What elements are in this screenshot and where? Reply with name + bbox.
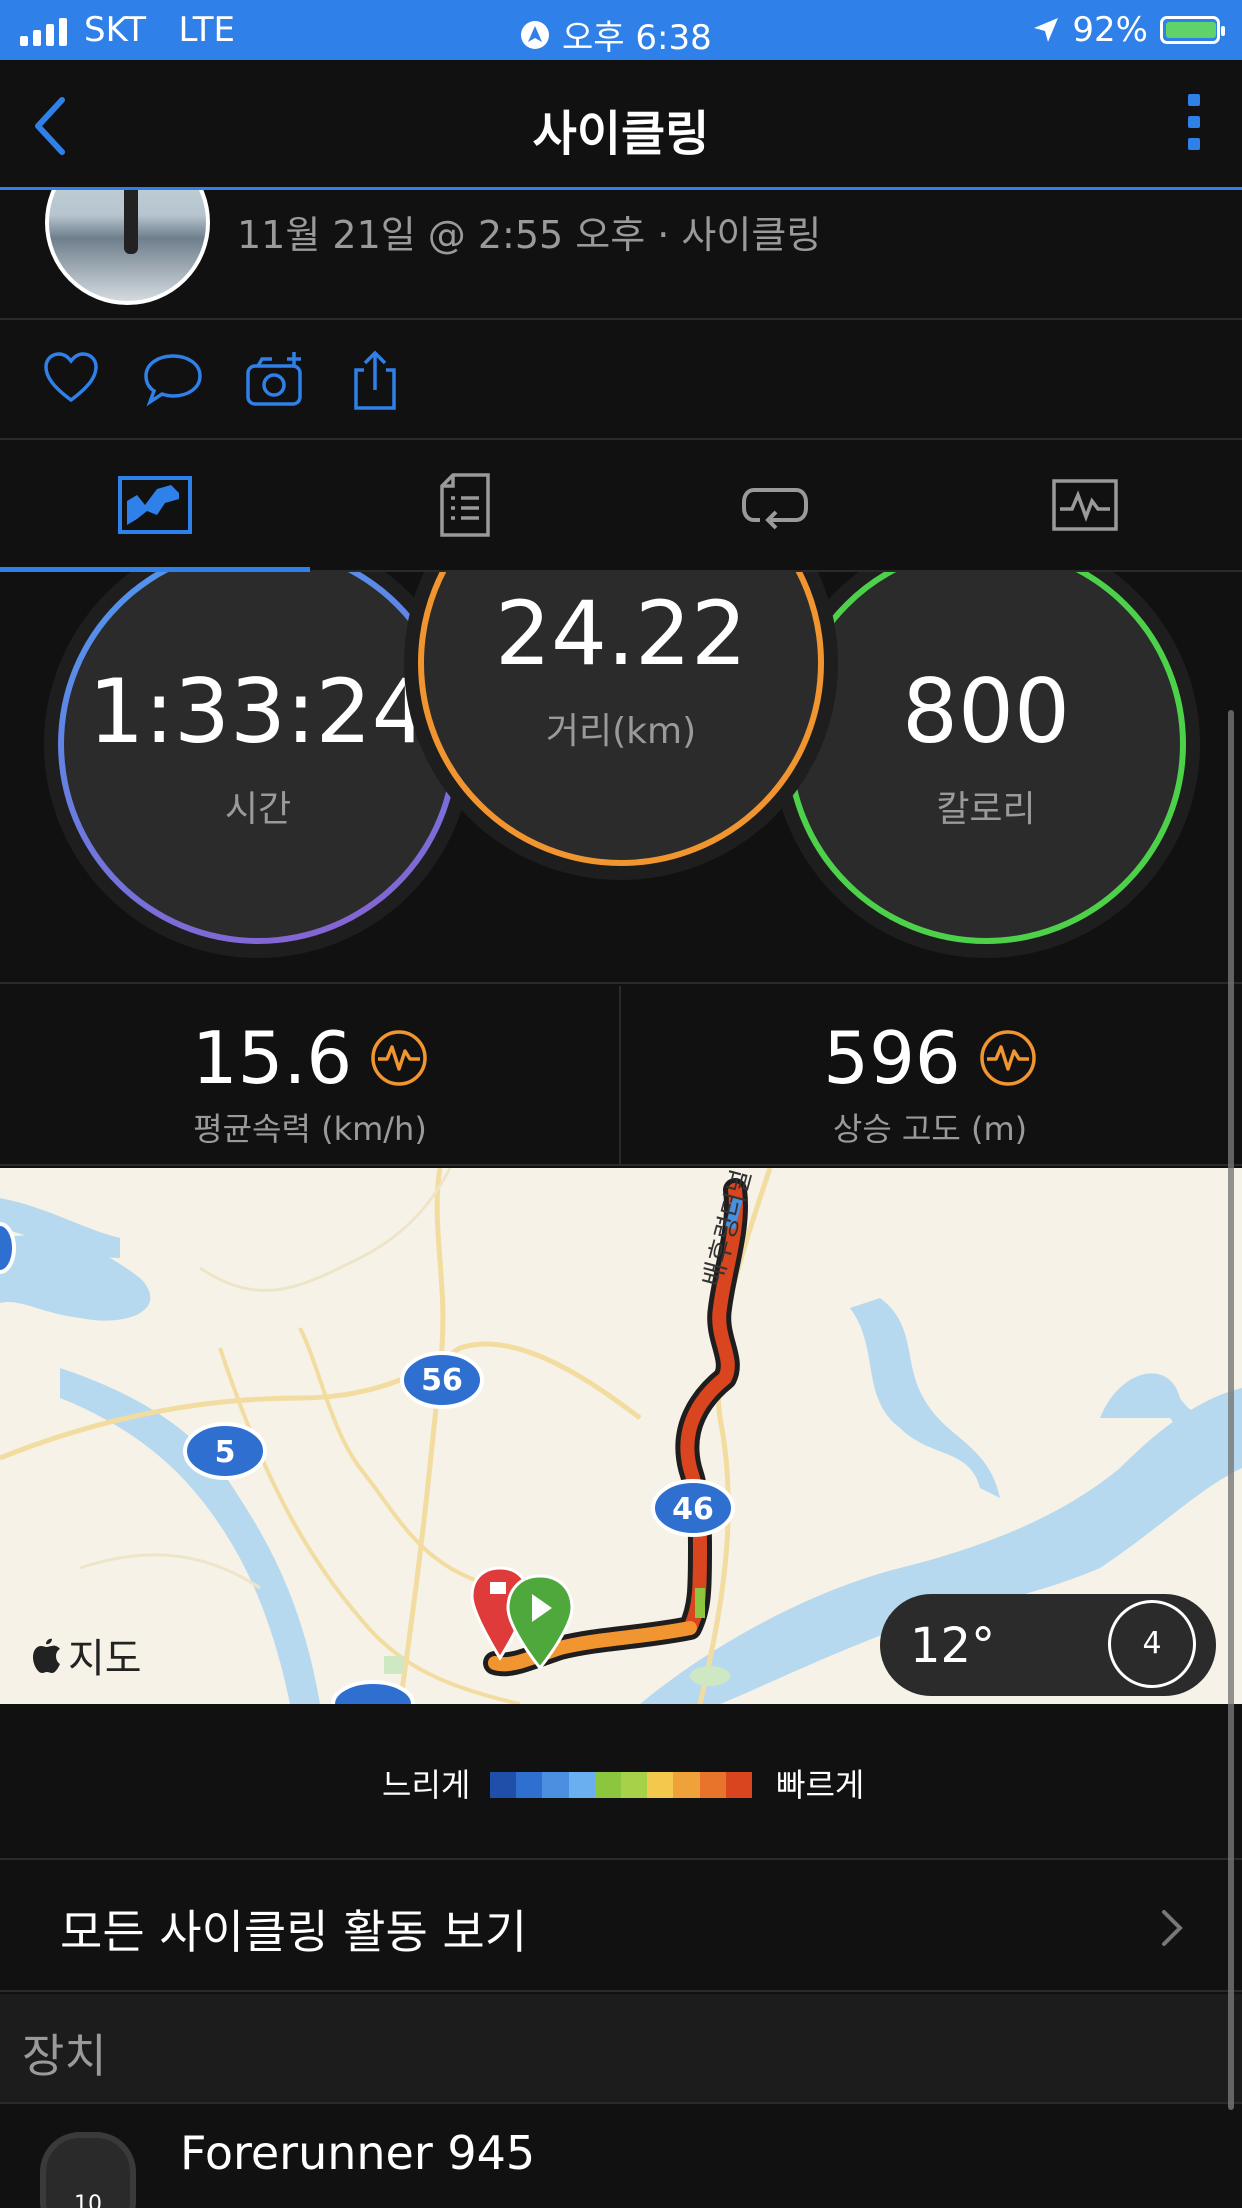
distance-label: 거리(km) bbox=[545, 711, 697, 752]
battery-icon bbox=[1160, 16, 1225, 44]
compass-value: 4 bbox=[1142, 1626, 1162, 1661]
avg-speed-value: 15.6 bbox=[191, 1016, 353, 1100]
location-lock-icon bbox=[521, 20, 549, 49]
compass-indicator: 4 bbox=[1108, 1600, 1196, 1688]
activity-pulse-icon bbox=[979, 1030, 1036, 1086]
document-icon bbox=[440, 473, 490, 537]
legend-swatch bbox=[725, 1772, 753, 1798]
page-title: 사이클링 bbox=[532, 106, 710, 162]
comment-icon[interactable] bbox=[142, 350, 204, 412]
tab-charts[interactable] bbox=[930, 440, 1240, 570]
tab-bar bbox=[0, 440, 1242, 572]
time-label: 시간 bbox=[224, 789, 292, 830]
legend-swatch bbox=[490, 1772, 517, 1798]
like-icon[interactable] bbox=[42, 350, 100, 410]
route-shield-5: 5 bbox=[183, 1422, 267, 1480]
avg-speed-label: 평균속력 (km/h) bbox=[193, 1110, 427, 1148]
battery-percent: 92% bbox=[1072, 10, 1148, 50]
calorie-label: 칼로리 bbox=[936, 789, 1036, 830]
time-value: 1:33:24 bbox=[88, 660, 428, 763]
carrier: SKT LTE bbox=[84, 10, 235, 50]
tab-laps[interactable] bbox=[620, 440, 930, 570]
svg-text:46: 46 bbox=[672, 1492, 714, 1527]
section-title: 장치 bbox=[22, 2029, 107, 2083]
action-bar bbox=[0, 320, 1242, 440]
calorie-value: 800 bbox=[902, 660, 1070, 763]
legend-swatch bbox=[647, 1772, 674, 1798]
temperature: 12° bbox=[910, 1618, 996, 1674]
chevron-right-icon bbox=[1160, 1908, 1184, 1952]
status-right: 92% bbox=[1032, 10, 1225, 50]
all-activities-label: 모든 사이클링 활동 보기 bbox=[60, 1905, 528, 1959]
stats-panel: 1:33:24 시간 800 칼로리 24.22 거리(km) bbox=[0, 572, 1242, 984]
chart-icon bbox=[1052, 479, 1118, 531]
summary-chart-icon bbox=[118, 476, 192, 534]
distance-ring[interactable]: 24.22 거리(km) bbox=[418, 572, 824, 866]
maps-logo-text: 지도 bbox=[68, 1636, 142, 1682]
nav-bar: 사이클링 bbox=[0, 60, 1242, 190]
legend-slow-label: 느리게 bbox=[382, 1766, 471, 1804]
legend-swatch bbox=[568, 1772, 595, 1798]
legend-swatch bbox=[673, 1772, 700, 1798]
activity-header: 11월 21일 @ 2:55 오후 · 사이클링 bbox=[0, 190, 1242, 320]
maps-logo: 지도 bbox=[30, 1626, 142, 1684]
time-ring[interactable]: 1:33:24 시간 bbox=[58, 572, 458, 944]
route-shield-56: 56 bbox=[400, 1351, 484, 1409]
avg-speed-metric[interactable]: 15.6 평균속력 (km/h) bbox=[0, 986, 620, 1164]
scrollbar[interactable] bbox=[1228, 710, 1234, 2110]
avatar[interactable] bbox=[45, 190, 210, 305]
route-map[interactable]: 배후령터널 56 5 46 지도 12° 4 bbox=[0, 1168, 1242, 1704]
route-shield-46: 46 bbox=[651, 1479, 735, 1537]
svg-text:56: 56 bbox=[421, 1363, 463, 1398]
repeat-icon bbox=[742, 488, 808, 530]
device-row[interactable]: 10 Forerunner 945 bbox=[0, 2104, 1242, 2208]
legend-swatch bbox=[542, 1772, 569, 1798]
watch-icon: 10 bbox=[40, 2132, 136, 2208]
device-section-header: 장치 bbox=[0, 1994, 1242, 2104]
activity-subtitle: 11월 21일 @ 2:55 오후 · 사이클링 bbox=[237, 213, 822, 257]
ascent-metric[interactable]: 596 상승 고도 (m) bbox=[620, 986, 1240, 1164]
route-shield-edge bbox=[0, 1222, 16, 1274]
watch-face-text: 10 bbox=[74, 2192, 102, 2208]
status-bar: SKT LTE 오후 6:38 92% bbox=[0, 0, 1242, 60]
location-arrow-icon bbox=[1034, 18, 1059, 42]
clock: 오후 6:38 bbox=[520, 10, 712, 59]
more-menu-button[interactable] bbox=[1188, 94, 1200, 150]
legend-swatch bbox=[594, 1772, 622, 1798]
device-name: Forerunner 945 bbox=[180, 2126, 536, 2180]
metrics-row: 15.6 평균속력 (km/h) 596 상승 고도 (m) bbox=[0, 986, 1242, 1166]
carrier-name: SKT bbox=[84, 10, 147, 50]
ascent-label: 상승 고도 (m) bbox=[832, 1110, 1028, 1148]
share-icon[interactable] bbox=[350, 350, 400, 416]
time-text: 오후 6:38 bbox=[562, 18, 712, 58]
distance-value: 24.22 bbox=[495, 582, 747, 685]
add-photo-icon[interactable] bbox=[244, 350, 308, 414]
tab-details[interactable] bbox=[310, 440, 620, 570]
apple-logo-icon bbox=[33, 1638, 60, 1673]
legend-swatch bbox=[621, 1772, 648, 1798]
calorie-ring[interactable]: 800 칼로리 bbox=[786, 572, 1186, 944]
all-cycling-activities-row[interactable]: 모든 사이클링 활동 보기 bbox=[0, 1862, 1242, 1992]
legend-swatch bbox=[516, 1772, 543, 1798]
activity-pulse-icon bbox=[371, 1030, 427, 1086]
legend-fast-label: 빠르게 bbox=[776, 1766, 865, 1804]
network-type: LTE bbox=[178, 10, 235, 50]
speed-legend: 느리게 빠르게 bbox=[0, 1704, 1242, 1860]
legend-gradient bbox=[490, 1772, 753, 1798]
signal-icon bbox=[20, 18, 67, 46]
svg-text:5: 5 bbox=[215, 1435, 236, 1470]
ascent-value: 596 bbox=[823, 1016, 961, 1100]
legend-swatch bbox=[699, 1772, 726, 1798]
weather-badge[interactable]: 12° 4 bbox=[880, 1594, 1216, 1696]
tab-summary[interactable] bbox=[0, 440, 310, 572]
